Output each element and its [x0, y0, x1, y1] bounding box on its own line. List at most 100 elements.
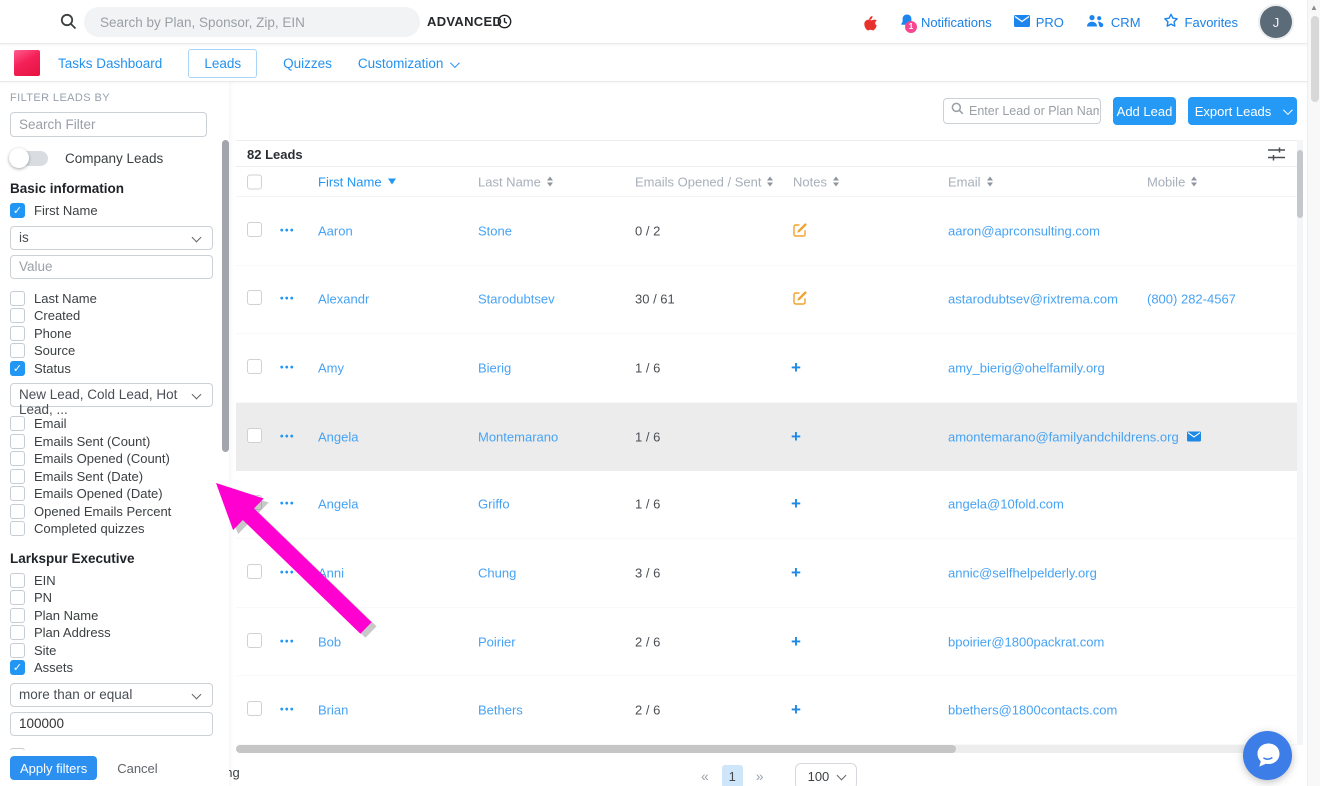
row-checkbox[interactable] — [247, 359, 262, 374]
add-note-button[interactable]: + — [791, 563, 801, 583]
first-name-operator-select[interactable]: is — [10, 226, 213, 250]
notifications-button[interactable]: 1 Notifications — [899, 13, 992, 32]
filter-checkbox-emails-opened-date-[interactable]: Emails Opened (Date) — [10, 485, 229, 503]
filter-checkbox-plan-address[interactable]: Plan Address — [10, 624, 229, 642]
email-link[interactable]: amy_bierig@ohelfamily.org — [948, 361, 1105, 376]
table-vertical-scrollbar-thumb[interactable] — [1297, 150, 1303, 218]
assets-operator-select[interactable]: more than or equal — [10, 683, 213, 707]
add-note-button[interactable]: + — [791, 427, 801, 447]
history-clock-icon[interactable] — [497, 14, 512, 34]
row-actions-icon[interactable]: ••• — [280, 567, 295, 578]
page-size-select[interactable]: 100 — [795, 763, 857, 786]
email-link[interactable]: bpoirier@1800packrat.com — [948, 634, 1104, 649]
column-header-mobile[interactable]: Mobile — [1147, 174, 1197, 189]
checkbox-icon[interactable] — [10, 486, 25, 501]
page-scrollbar-thumb[interactable] — [1311, 16, 1319, 102]
pro-button[interactable]: PRO — [1014, 15, 1064, 30]
row-checkbox[interactable] — [247, 701, 262, 716]
filter-checkbox-opened-emails-percent[interactable]: Opened Emails Percent — [10, 503, 229, 521]
first-name-link[interactable]: Aaron — [318, 223, 353, 238]
prev-page-button[interactable]: « — [701, 768, 709, 784]
first-name-link[interactable]: Brian — [318, 703, 348, 718]
checkbox-icon[interactable] — [10, 291, 25, 306]
user-avatar[interactable]: J — [1260, 6, 1292, 38]
status-value-select[interactable]: New Lead, Cold Lead, Hot Lead, ... — [10, 383, 213, 407]
add-note-button[interactable]: + — [791, 632, 801, 652]
checkbox-icon[interactable] — [10, 625, 25, 640]
checkbox-icon[interactable] — [10, 416, 25, 431]
row-actions-icon[interactable]: ••• — [280, 499, 295, 510]
first-name-link[interactable]: Angela — [318, 429, 358, 444]
column-header-last-name[interactable]: Last Name — [478, 174, 553, 189]
select-all-checkbox[interactable] — [247, 174, 262, 189]
filter-checkbox-emails-sent-count-[interactable]: Emails Sent (Count) — [10, 433, 229, 451]
crm-button[interactable]: CRM — [1086, 14, 1141, 31]
apply-filters-button[interactable]: Apply filters — [10, 756, 97, 780]
checkbox-icon[interactable] — [10, 608, 25, 623]
filter-checkbox-last-name[interactable]: Last Name — [10, 290, 229, 308]
apple-icon[interactable] — [862, 14, 877, 31]
scroll-up-arrow-icon[interactable]: ▲ — [1310, 3, 1318, 12]
email-link[interactable]: amontemarano@familyandchildrens.org — [948, 429, 1179, 444]
checkbox-checked-icon[interactable]: ✓ — [10, 203, 25, 218]
filter-checkbox-email[interactable]: Email — [10, 415, 229, 433]
last-name-link[interactable]: Montemarano — [478, 429, 558, 444]
row-checkbox[interactable] — [247, 222, 262, 237]
first-name-link[interactable]: Bob — [318, 634, 341, 649]
first-name-link[interactable]: Amy — [318, 361, 344, 376]
last-name-link[interactable]: Bethers — [478, 703, 523, 718]
checkbox-icon[interactable] — [10, 451, 25, 466]
row-actions-icon[interactable]: ••• — [280, 225, 295, 236]
email-link[interactable]: aaron@aprconsulting.com — [948, 223, 1100, 238]
column-header-emails-opened-sent[interactable]: Emails Opened / Sent — [635, 174, 773, 189]
filter-checkbox-emails-opened-count-[interactable]: Emails Opened (Count) — [10, 450, 229, 468]
email-link[interactable]: astarodubtsev@rixtrema.com — [948, 292, 1118, 307]
assets-value-input[interactable] — [10, 712, 213, 736]
checkbox-icon[interactable] — [10, 573, 25, 588]
filter-checkbox-emails-sent-date-[interactable]: Emails Sent (Date) — [10, 468, 229, 486]
row-actions-icon[interactable]: ••• — [280, 705, 295, 716]
filter-checkbox-status[interactable]: ✓ Status — [10, 360, 229, 378]
column-header-notes[interactable]: Notes — [793, 174, 839, 189]
last-name-link[interactable]: Bierig — [478, 361, 511, 376]
row-actions-icon[interactable]: ••• — [280, 636, 295, 647]
first-name-link[interactable]: Angela — [318, 497, 358, 512]
send-email-icon[interactable] — [1187, 429, 1201, 444]
filter-checkbox-site[interactable]: Site — [10, 642, 229, 660]
row-checkbox[interactable] — [247, 564, 262, 579]
company-leads-toggle[interactable] — [10, 151, 48, 166]
favorites-button[interactable]: Favorites — [1163, 13, 1238, 31]
last-name-link[interactable]: Poirier — [478, 634, 516, 649]
table-horizontal-scrollbar-thumb[interactable] — [236, 745, 956, 753]
row-actions-icon[interactable]: ••• — [280, 431, 295, 442]
tab-leads[interactable]: Leads — [188, 49, 257, 78]
filter-checkbox-assets[interactable]: ✓ Assets — [10, 659, 229, 677]
filter-search-input[interactable] — [10, 112, 207, 137]
checkbox-icon[interactable] — [10, 308, 25, 323]
last-name-link[interactable]: Stone — [478, 223, 512, 238]
filter-checkbox-pn[interactable]: PN — [10, 589, 229, 607]
last-name-link[interactable]: Starodubtsev — [478, 292, 555, 307]
cancel-button[interactable]: Cancel — [117, 761, 157, 776]
checkbox-checked-icon[interactable]: ✓ — [10, 660, 25, 675]
mobile-link[interactable]: (800) 282-4567 — [1147, 292, 1236, 307]
edit-note-icon[interactable] — [793, 222, 808, 240]
row-checkbox[interactable] — [247, 428, 262, 443]
add-lead-button[interactable]: Add Lead — [1113, 97, 1176, 125]
row-checkbox[interactable] — [247, 633, 262, 648]
chat-widget-button[interactable] — [1243, 731, 1292, 780]
checkbox-checked-icon[interactable]: ✓ — [10, 361, 25, 376]
lead-search-input[interactable] — [969, 104, 1099, 118]
sidebar-scrollbar[interactable] — [222, 140, 229, 452]
filter-checkbox-first-name[interactable]: ✓ First Name — [10, 202, 229, 220]
app-logo[interactable] — [14, 50, 40, 76]
advanced-search-button[interactable]: ADVANCED — [427, 14, 502, 29]
row-checkbox[interactable] — [247, 290, 262, 305]
filter-checkbox-source[interactable]: Source — [10, 342, 229, 360]
checkbox-icon[interactable] — [10, 434, 25, 449]
filter-checkbox-plan-name[interactable]: Plan Name — [10, 607, 229, 625]
filter-checkbox-phone[interactable]: Phone — [10, 325, 229, 343]
first-name-link[interactable]: Anni — [318, 565, 344, 580]
email-link[interactable]: annic@selfhelpelderly.org — [948, 565, 1097, 580]
last-name-link[interactable]: Griffo — [478, 497, 510, 512]
